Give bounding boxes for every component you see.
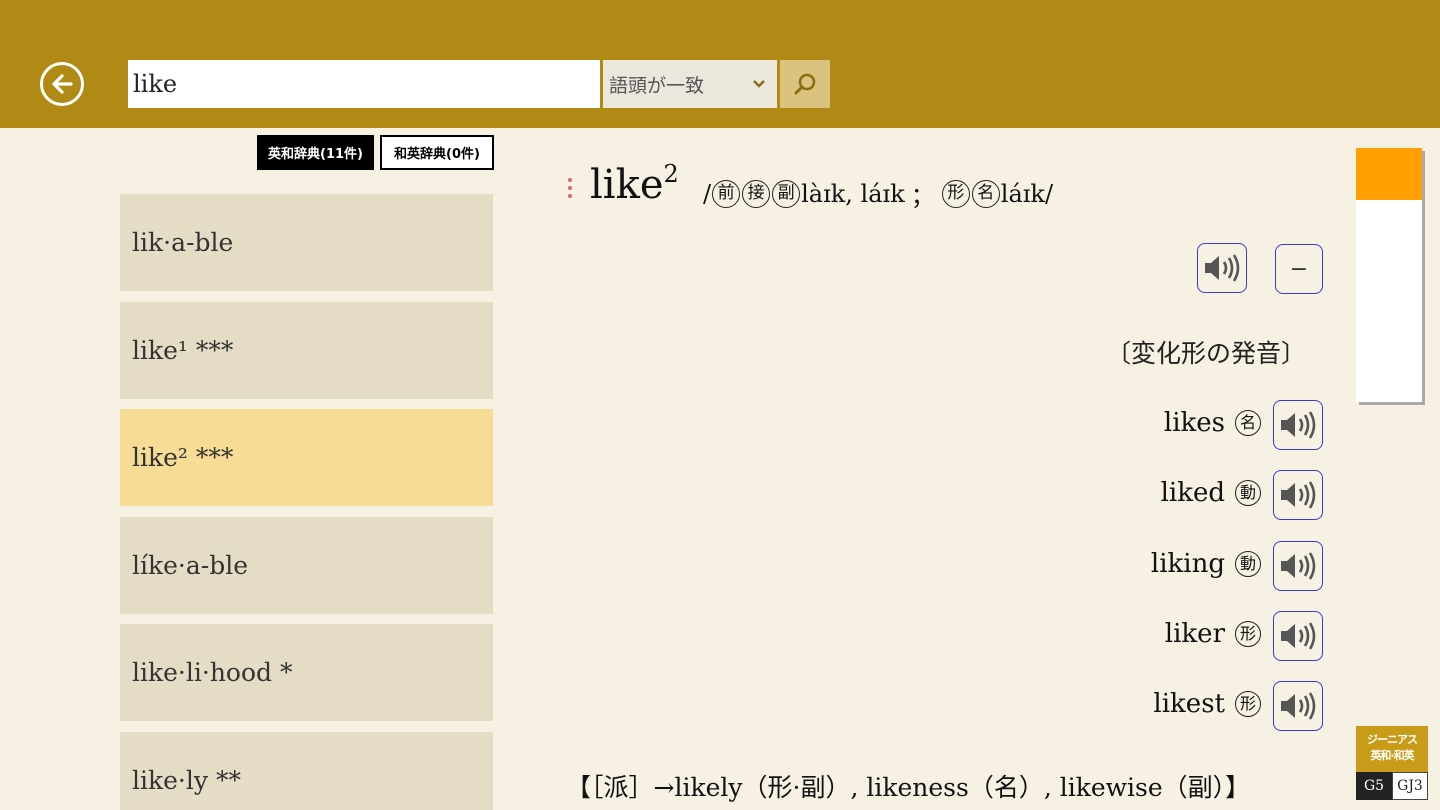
inflection-row: likes 名 xyxy=(1164,408,1262,438)
list-item[interactable]: lik·a-ble xyxy=(120,194,493,291)
search-input[interactable] xyxy=(128,60,600,108)
inflection-word: liked xyxy=(1160,478,1225,508)
inflection-row: likest 形 xyxy=(1153,689,1262,719)
pronunciation: / 前 接 副 làɪk, láɪk ； 形 名 láɪk/ xyxy=(703,176,1053,211)
inflection-row: liking 動 xyxy=(1151,549,1262,579)
speaker-icon xyxy=(1281,552,1316,580)
entry-marker-icon xyxy=(568,178,573,202)
pos-badge: 前 xyxy=(712,179,741,208)
list-item-label: like·li·hood * xyxy=(132,658,293,687)
speaker-icon xyxy=(1281,692,1316,720)
headword: like2 xyxy=(590,160,679,208)
list-item[interactable]: like·li·hood * xyxy=(120,624,493,721)
back-button[interactable] xyxy=(40,62,84,106)
inflection-word: liker xyxy=(1164,619,1225,649)
pron-open: / xyxy=(703,179,712,208)
speaker-icon xyxy=(1281,411,1316,439)
play-sound-button[interactable] xyxy=(1273,681,1323,731)
logo-gj3: GJ3 xyxy=(1392,772,1428,800)
collapse-button[interactable]: − xyxy=(1275,244,1323,294)
inflection-word: liking xyxy=(1150,549,1225,579)
speaker-icon xyxy=(1205,254,1240,282)
play-sound-button[interactable] xyxy=(1273,400,1323,450)
pos-badge: 動 xyxy=(1235,551,1261,577)
play-sound-button[interactable] xyxy=(1273,470,1323,520)
pos-badge: 副 xyxy=(772,179,801,208)
list-item[interactable]: like¹ *** xyxy=(120,301,493,399)
list-item-selected[interactable]: like² *** xyxy=(120,409,493,506)
logo-line2: 英和·和英 xyxy=(1370,749,1414,762)
speaker-icon xyxy=(1281,622,1316,650)
search-icon xyxy=(794,73,816,95)
tab-japanese-english[interactable]: 和英辞典(0件) xyxy=(380,135,494,170)
headword-superscript: 2 xyxy=(663,160,679,188)
list-item[interactable]: líke·a-ble xyxy=(120,516,493,614)
inflection-row: liker 形 xyxy=(1165,619,1262,649)
app-logo: ジーニアス 英和·和英 G5 GJ3 xyxy=(1356,726,1428,800)
pos-badge: 形 xyxy=(1235,621,1261,647)
pron-separator: ； xyxy=(910,182,935,210)
list-item-label: like² *** xyxy=(132,443,234,472)
pos-badge: 名 xyxy=(1235,410,1261,436)
logo-line1: ジーニアス xyxy=(1367,733,1418,746)
list-item-label: like·ly ** xyxy=(132,765,241,795)
headword-text: like xyxy=(590,162,664,208)
play-sound-button[interactable] xyxy=(1273,541,1323,591)
play-sound-button[interactable] xyxy=(1273,611,1323,661)
logo-g5: G5 xyxy=(1356,772,1392,800)
pos-badge: 動 xyxy=(1235,480,1261,506)
pos-badge: 名 xyxy=(971,179,1000,208)
inflection-row: liked 動 xyxy=(1161,478,1262,508)
word-list: lik·a-ble like¹ *** like² *** líke·a-ble… xyxy=(120,194,493,810)
list-item-label: lik·a-ble xyxy=(132,228,234,257)
speaker-icon xyxy=(1281,481,1316,509)
list-item[interactable]: like·ly ** xyxy=(120,731,493,810)
inflection-word: likes xyxy=(1163,408,1225,438)
pos-badge: 接 xyxy=(742,179,771,208)
app-header: 語頭が一致 xyxy=(0,0,1440,128)
pos-badge: 形 xyxy=(1235,691,1261,717)
inflection-word: likest xyxy=(1153,689,1225,719)
inflection-heading: 〔変化形の発音〕 xyxy=(1106,339,1307,368)
chevron-down-icon xyxy=(753,80,765,88)
search-button[interactable] xyxy=(780,60,830,108)
derived-words: 【［派］→likely（形·副）, likeness（名）, likewise（… xyxy=(566,773,1251,802)
search-mode-select[interactable]: 語頭が一致 xyxy=(603,60,777,108)
entry-scroll-panel[interactable] xyxy=(1356,148,1422,402)
pron-text: láɪk/ xyxy=(1000,179,1054,208)
logo-editions: G5 GJ3 xyxy=(1356,772,1428,800)
scroll-thumb[interactable] xyxy=(1356,148,1422,200)
pron-text: làɪk, láɪk xyxy=(801,179,905,208)
tab-english-japanese[interactable]: 英和辞典(11件) xyxy=(257,135,374,170)
search-mode-label: 語頭が一致 xyxy=(609,74,705,97)
play-sound-button[interactable] xyxy=(1197,243,1247,293)
list-item-label: líke·a-ble xyxy=(132,550,249,580)
list-item-label: like¹ *** xyxy=(132,335,234,365)
pos-badge: 形 xyxy=(941,179,970,208)
arrow-left-icon xyxy=(52,74,73,94)
logo-title: ジーニアス 英和·和英 xyxy=(1356,726,1428,772)
